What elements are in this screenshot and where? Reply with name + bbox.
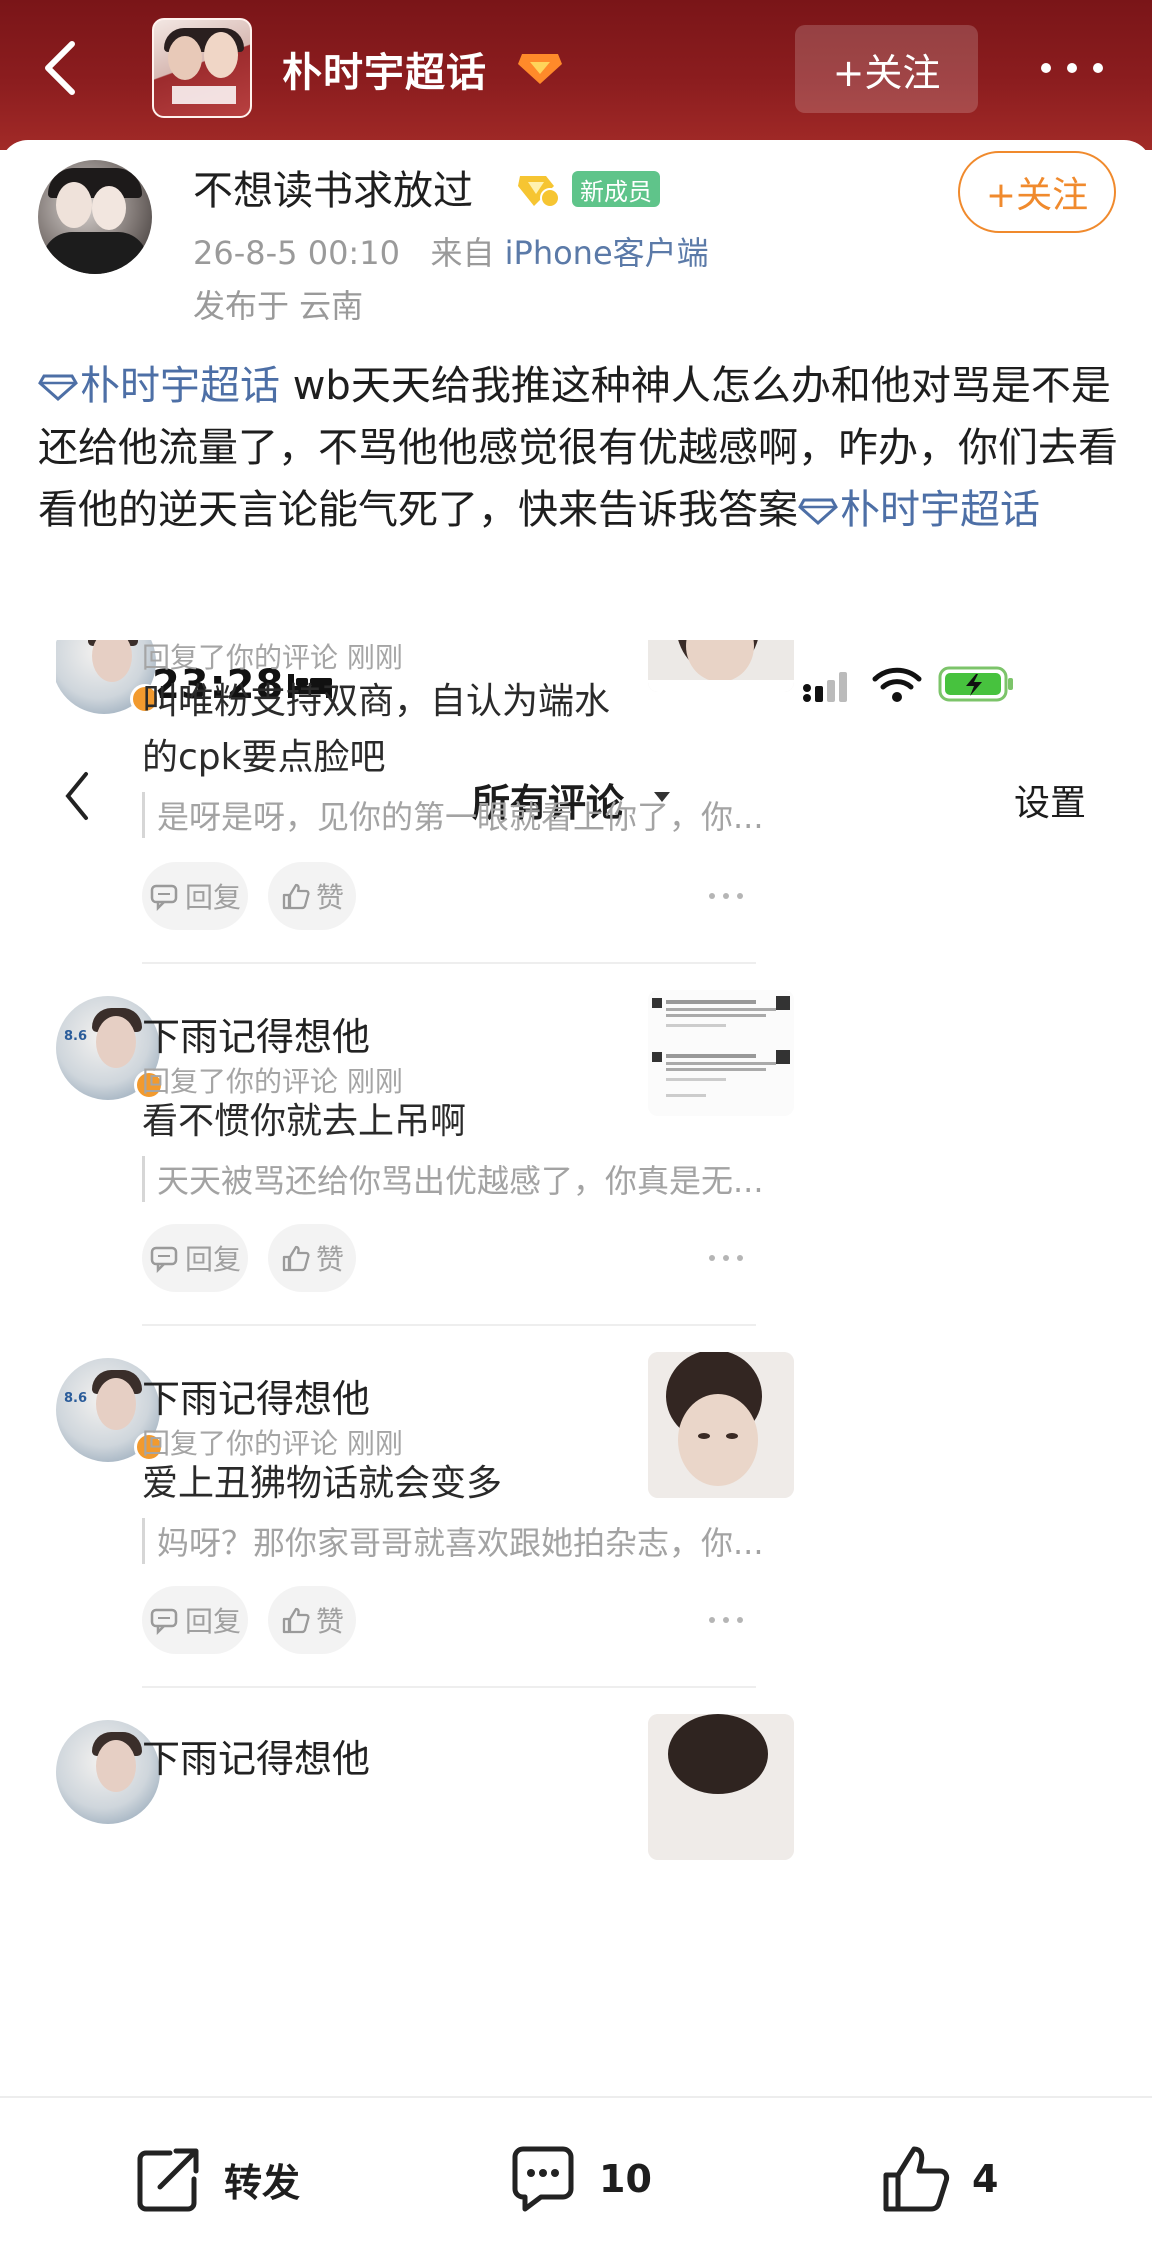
comment-more-icon[interactable]	[706, 1614, 746, 1626]
comment-quote: 妈呀？那你家哥哥就喜欢跟她拍杂志，你...	[142, 1518, 764, 1564]
reply-button[interactable]: 回复	[142, 1224, 248, 1292]
commenter-avatar[interactable]	[56, 640, 160, 714]
comment-quote: 天天被骂还给你骂出优越感了，你真是无...	[142, 1156, 764, 1202]
comment-divider	[142, 1686, 756, 1688]
post-timestamp: 26-8-5 00:10	[193, 234, 400, 272]
comment-image-thumbnail[interactable]	[648, 640, 794, 692]
topic-cover-image[interactable]	[152, 18, 252, 118]
follow-user-button[interactable]: +关注	[958, 151, 1116, 233]
comment-image-thumbnail[interactable]	[648, 1714, 794, 1860]
topic-tag-link[interactable]: 朴时宇超话	[38, 363, 280, 409]
nav-back-icon[interactable]	[62, 770, 92, 822]
wifi-icon	[872, 667, 922, 702]
comment-text: 爱上丑狒物话就会变多	[142, 1463, 503, 1504]
thumbs-up-icon	[282, 1245, 310, 1272]
user-avatar[interactable]	[38, 160, 152, 274]
vip-diamond-icon	[518, 176, 560, 208]
super-topic-diamond-icon	[38, 374, 78, 402]
comment-more-icon[interactable]	[706, 1252, 746, 1264]
comment-image-thumbnail[interactable]	[648, 1352, 794, 1498]
comment-quote: 是呀是呀，见你的第一眼就看上你了，你...	[142, 792, 764, 838]
username[interactable]: 不想读书求放过	[193, 158, 473, 216]
comment-divider	[142, 962, 756, 964]
commenter-name[interactable]: 下雨记得想他	[142, 1728, 370, 1783]
repost-label: 转发	[224, 2160, 301, 2205]
battery-charging-icon	[938, 666, 1013, 702]
reply-button[interactable]: 回复	[142, 862, 248, 930]
thumbs-up-icon	[282, 1607, 310, 1634]
thumbs-up-icon	[282, 883, 310, 910]
more-options-icon[interactable]	[1036, 56, 1108, 80]
reply-bubble-icon	[150, 1608, 178, 1635]
comment-text: 叫唯粉支持双商，自认为端水的cpk要点脸吧	[142, 681, 611, 778]
like-button[interactable]: 赞	[268, 862, 356, 930]
comment-more-icon[interactable]	[706, 890, 746, 902]
reply-button[interactable]: 回复	[142, 1586, 248, 1654]
back-arrow-icon[interactable]	[36, 38, 86, 98]
reply-bubble-icon	[150, 1246, 178, 1273]
comment-bubble-icon	[512, 2146, 574, 2212]
comment-meta: 回复了你的评论 刚刚	[142, 641, 403, 674]
action-bar: 转发 10 4	[0, 2096, 1152, 2259]
comments-settings[interactable]: 设置	[1014, 774, 1086, 826]
comment-image-thumbnail[interactable]	[648, 990, 794, 1116]
comment-divider	[142, 1324, 756, 1326]
like-button[interactable]: 赞	[268, 1586, 356, 1654]
commenter-name[interactable]: 下雨记得想他	[142, 1006, 370, 1061]
comment-count: 10	[599, 2157, 652, 2201]
topic-tag-link[interactable]: 朴时宇超话	[798, 487, 1040, 533]
cellular-signal-icon	[803, 672, 847, 702]
repost-icon	[137, 2148, 199, 2212]
topic-title[interactable]: 朴时宇超话	[282, 40, 487, 98]
post-body: 朴时宇超话 wb天天给我推这种神人怎么办和他对骂是不是还给他流量了，不骂他他感觉…	[38, 355, 1118, 541]
comment-text: 看不惯你就去上吊啊	[142, 1101, 467, 1142]
source-prefix: 来自	[430, 234, 495, 272]
like-button[interactable]: 赞	[268, 1224, 356, 1292]
super-topic-badge-icon	[518, 54, 562, 84]
post-image-screenshot[interactable]: 23:28 所有评论 设置 回复了你的评论 刚刚 叫唯粉支持双商，自认为端水的c…	[56, 640, 1096, 2100]
post-location: 发布于 云南	[193, 287, 364, 325]
avatar-text: 8.6	[64, 1029, 88, 1044]
thumbs-up-icon	[883, 2146, 950, 2212]
commenter-name[interactable]: 下雨记得想他	[142, 1368, 370, 1423]
like-post-button[interactable]: 4	[878, 2134, 998, 2224]
follow-topic-button[interactable]: +关注	[795, 25, 978, 113]
repost-button[interactable]: 转发	[130, 2134, 300, 2224]
avatar-text: 8.6	[64, 1391, 88, 1406]
new-member-badge: 新成员	[572, 171, 660, 207]
post-source[interactable]: iPhone客户端	[505, 234, 709, 272]
post-meta: 26-8-5 00:10 来自 iPhone客户端	[193, 228, 709, 274]
topic-header: 朴时宇超话 +关注	[0, 0, 1152, 150]
reply-bubble-icon	[150, 884, 178, 911]
super-topic-diamond-icon	[798, 498, 838, 526]
comment-button[interactable]: 10	[505, 2134, 652, 2224]
like-count: 4	[972, 2157, 999, 2201]
